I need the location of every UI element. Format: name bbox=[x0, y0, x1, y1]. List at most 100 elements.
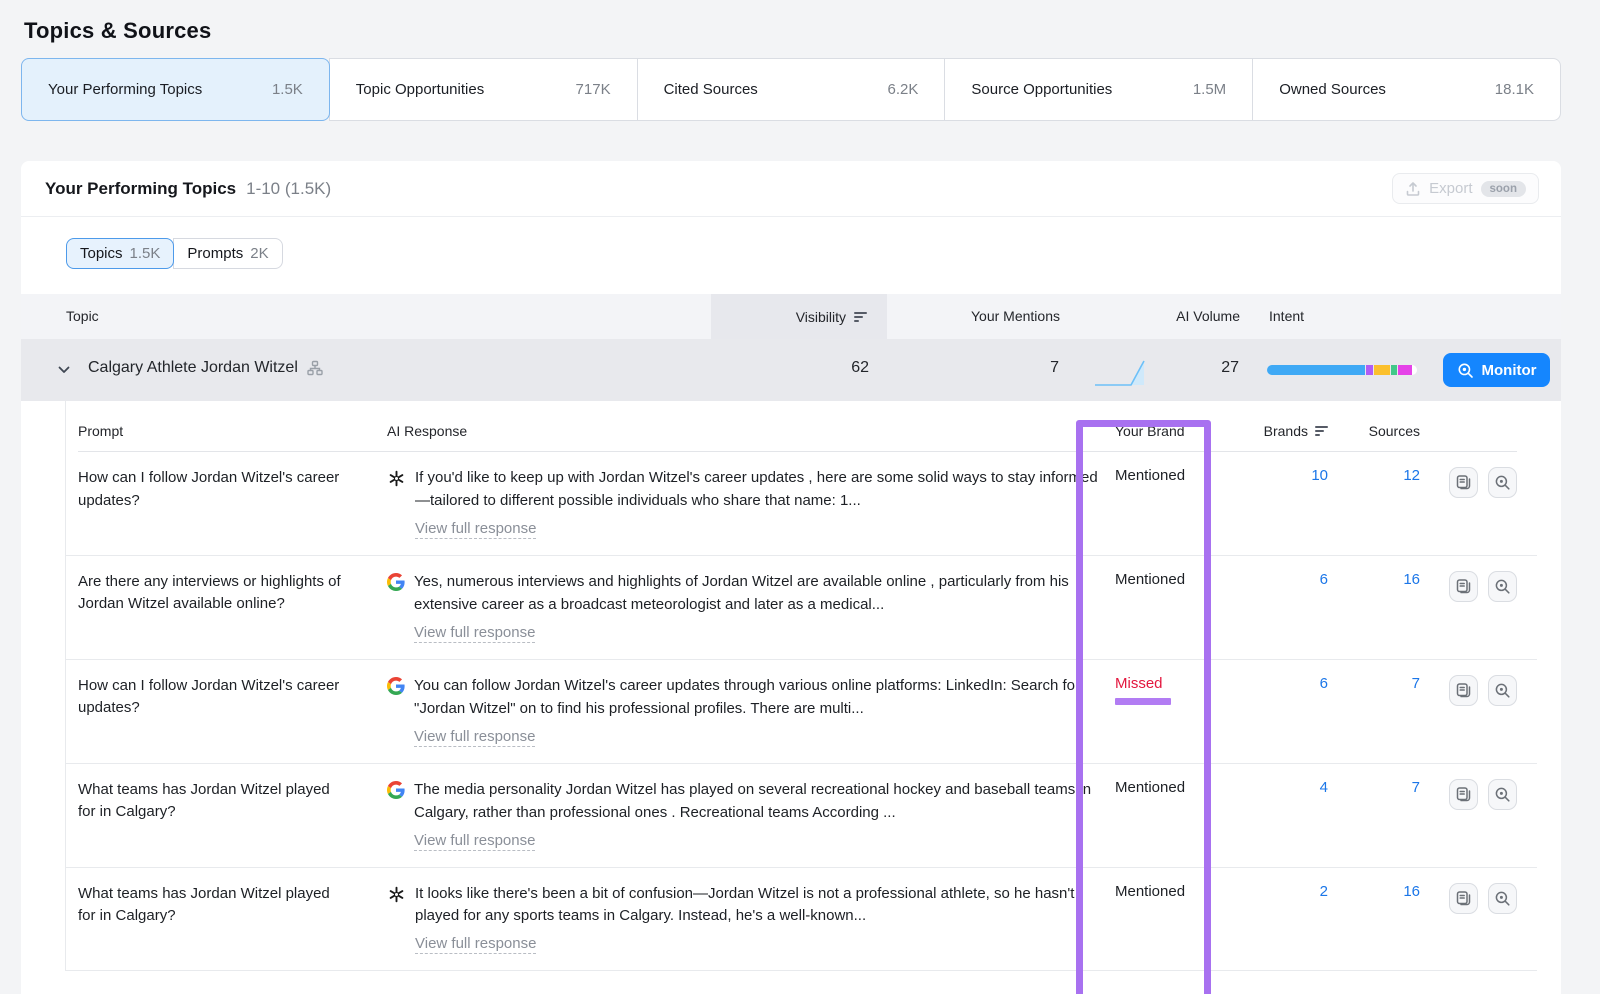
sources-count-link[interactable]: 16 bbox=[1403, 571, 1420, 588]
brand-status: Mentioned bbox=[1115, 883, 1185, 900]
tab-topic-opportunities[interactable]: Topic Opportunities 717K bbox=[329, 58, 638, 121]
top-tabbar: Your Performing Topics 1.5K Topic Opport… bbox=[21, 58, 1561, 121]
export-button[interactable]: Export soon bbox=[1392, 173, 1539, 204]
your-mentions-value: 7 bbox=[971, 359, 1059, 377]
col-visibility-sort[interactable]: Visibility bbox=[711, 294, 887, 339]
tab-label: Your Performing Topics bbox=[48, 81, 202, 98]
google-icon bbox=[387, 781, 405, 803]
brands-count-link[interactable]: 6 bbox=[1320, 571, 1328, 588]
toggle-label: Topics bbox=[80, 245, 123, 262]
prompt-table-row: What teams has Jordan Witzel played for … bbox=[66, 764, 1537, 868]
export-icon bbox=[1405, 181, 1421, 197]
col-sources: Sources bbox=[1328, 423, 1420, 452]
inspect-response-button[interactable] bbox=[1488, 467, 1517, 498]
sort-icon bbox=[1315, 426, 1328, 436]
panel-range: 1-10 (1.5K) bbox=[246, 179, 331, 199]
prompt-table-row: Are there any interviews or highlights o… bbox=[66, 556, 1537, 660]
monitor-label: Monitor bbox=[1482, 362, 1537, 379]
sort-icon bbox=[854, 312, 867, 322]
view-full-response-link[interactable]: View full response bbox=[415, 935, 536, 954]
col-ai-volume: AI Volume bbox=[1151, 308, 1240, 324]
brand-status: Mentioned bbox=[1115, 571, 1185, 588]
intent-segment-transactional bbox=[1391, 365, 1398, 375]
inspect-response-button[interactable] bbox=[1488, 883, 1517, 914]
panel-title: Your Performing Topics bbox=[45, 179, 236, 199]
google-icon bbox=[387, 677, 405, 699]
prompt-text: Are there any interviews or highlights o… bbox=[78, 556, 378, 659]
intent-segment-navigational bbox=[1366, 365, 1374, 375]
tab-count: 6.2K bbox=[888, 81, 919, 98]
inspect-response-button[interactable] bbox=[1488, 779, 1517, 810]
sources-count-link[interactable]: 12 bbox=[1403, 467, 1420, 484]
tab-label: Topic Opportunities bbox=[356, 81, 484, 98]
ai-response-text: Yes, numerous interviews and highlights … bbox=[414, 573, 1069, 613]
tab-label: Cited Sources bbox=[664, 81, 758, 98]
tab-count: 1.5K bbox=[272, 81, 303, 98]
view-full-response-link[interactable]: View full response bbox=[414, 832, 535, 851]
google-icon bbox=[387, 573, 405, 595]
view-full-response-link[interactable]: View full response bbox=[415, 520, 536, 539]
sources-count-link[interactable]: 7 bbox=[1412, 779, 1420, 796]
sources-count-link[interactable]: 16 bbox=[1403, 883, 1420, 900]
tab-count: 1.5M bbox=[1193, 81, 1226, 98]
view-full-response-link[interactable]: View full response bbox=[414, 728, 535, 747]
view-response-button[interactable] bbox=[1449, 883, 1478, 914]
toggle-topics[interactable]: Topics 1.5K bbox=[66, 238, 174, 269]
brands-count-link[interactable]: 10 bbox=[1311, 467, 1328, 484]
intent-bar bbox=[1267, 365, 1417, 375]
col-brands-sort[interactable]: Brands bbox=[1233, 423, 1328, 452]
toggle-count: 1.5K bbox=[130, 245, 161, 262]
tab-label: Owned Sources bbox=[1279, 81, 1386, 98]
toggle-count: 2K bbox=[250, 245, 268, 262]
openai-icon bbox=[387, 469, 406, 492]
tab-your-performing-topics[interactable]: Your Performing Topics 1.5K bbox=[21, 58, 330, 121]
inspect-response-button[interactable] bbox=[1488, 675, 1517, 706]
tab-source-opportunities[interactable]: Source Opportunities 1.5M bbox=[944, 58, 1253, 121]
prompt-table-row: How can I follow Jordan Witzel's career … bbox=[66, 660, 1537, 764]
sitemap-icon[interactable] bbox=[307, 360, 323, 376]
intent-segment-other bbox=[1398, 365, 1412, 375]
brands-count-link[interactable]: 2 bbox=[1320, 883, 1328, 900]
view-response-button[interactable] bbox=[1449, 675, 1478, 706]
prompt-table-row: How can I follow Jordan Witzel's career … bbox=[66, 452, 1537, 556]
col-prompt: Prompt bbox=[78, 423, 378, 452]
view-response-button[interactable] bbox=[1449, 467, 1478, 498]
prompt-table-row: What teams has Jordan Witzel played for … bbox=[66, 868, 1537, 972]
col-visibility: Visibility bbox=[796, 309, 846, 325]
mentions-sparkline bbox=[1091, 353, 1149, 394]
tab-label: Source Opportunities bbox=[971, 81, 1112, 98]
inspect-response-button[interactable] bbox=[1488, 571, 1517, 602]
tab-count: 717K bbox=[576, 81, 611, 98]
toggle-label: Prompts bbox=[187, 245, 243, 262]
topics-prompts-toggle: Topics 1.5K Prompts 2K bbox=[66, 238, 283, 269]
brands-count-link[interactable]: 4 bbox=[1320, 779, 1328, 796]
brands-count-link[interactable]: 6 bbox=[1320, 675, 1328, 692]
topic-name[interactable]: Calgary Athlete Jordan Witzel bbox=[88, 359, 298, 377]
view-response-button[interactable] bbox=[1449, 779, 1478, 810]
ai-response-text: If you'd like to keep up with Jordan Wit… bbox=[415, 469, 1098, 509]
openai-icon bbox=[387, 885, 406, 908]
topic-row: Calgary Athlete Jordan Witzel 62 7 27 Mo… bbox=[21, 339, 1561, 401]
col-intent: Intent bbox=[1269, 308, 1304, 324]
topic-table-header: Topic Visibility Your Mentions AI Volume… bbox=[21, 294, 1561, 339]
toggle-prompts[interactable]: Prompts 2K bbox=[173, 238, 282, 269]
ai-response-text: The media personality Jordan Witzel has … bbox=[414, 781, 1091, 821]
col-your-mentions: Your Mentions bbox=[971, 308, 1060, 324]
missed-highlight-underline bbox=[1115, 698, 1171, 705]
view-response-button[interactable] bbox=[1449, 571, 1478, 602]
soon-badge: soon bbox=[1481, 181, 1526, 197]
sources-count-link[interactable]: 7 bbox=[1412, 675, 1420, 692]
brand-status: Mentioned bbox=[1115, 467, 1185, 484]
export-label: Export bbox=[1429, 180, 1472, 197]
col-your-brand: Your Brand bbox=[1098, 423, 1233, 452]
ai-response-text: It looks like there's been a bit of conf… bbox=[415, 885, 1074, 925]
view-full-response-link[interactable]: View full response bbox=[414, 624, 535, 643]
chevron-down-icon[interactable] bbox=[57, 363, 71, 382]
prompt-table-header: Prompt AI Response Your Brand Brands Sou… bbox=[66, 401, 1537, 452]
monitor-button[interactable]: Monitor bbox=[1443, 353, 1550, 387]
tab-cited-sources[interactable]: Cited Sources 6.2K bbox=[637, 58, 946, 121]
intent-segment-informational bbox=[1267, 365, 1366, 375]
tab-owned-sources[interactable]: Owned Sources 18.1K bbox=[1252, 58, 1561, 121]
monitor-scope-icon bbox=[1457, 362, 1474, 379]
prompt-text: How can I follow Jordan Witzel's career … bbox=[78, 452, 378, 555]
